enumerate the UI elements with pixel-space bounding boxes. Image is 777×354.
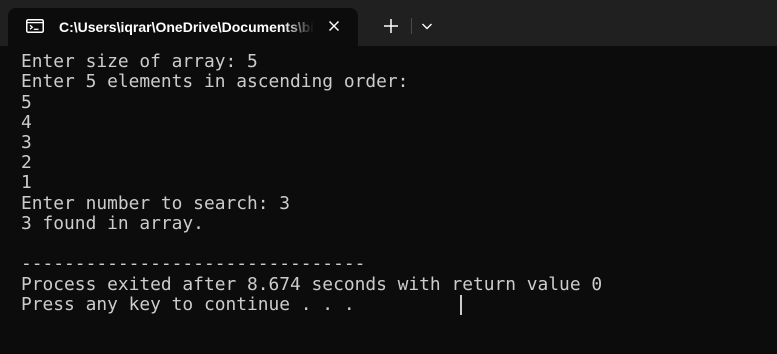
console-line: 5	[21, 92, 32, 113]
console-line: 3	[21, 132, 32, 153]
console-separator: --------------------------------	[21, 253, 366, 274]
tab-title: C:\Users\iqrar\OneDrive\Documents\binary…	[59, 19, 314, 35]
plus-icon[interactable]	[380, 15, 402, 37]
terminal-icon	[26, 19, 44, 33]
console-line: 1	[21, 172, 32, 193]
terminal-window: C:\Users\iqrar\OneDrive\Documents\binary…	[0, 0, 777, 354]
terminal-tab[interactable]: C:\Users\iqrar\OneDrive\Documents\binary…	[8, 8, 358, 46]
chevron-down-icon[interactable]	[419, 18, 435, 34]
text-cursor	[460, 295, 462, 315]
console-line: 2	[21, 152, 32, 173]
close-icon[interactable]	[326, 18, 342, 34]
console-line: Enter number to search: 3	[21, 193, 291, 214]
console-line: Process exited after 8.674 seconds with …	[21, 274, 603, 295]
console-line: 4	[21, 112, 32, 133]
console-line: Enter 5 elements in ascending order:	[21, 71, 409, 92]
titlebar-divider	[411, 18, 412, 34]
console-line: Press any key to continue . . .	[21, 294, 366, 315]
console-line: 3 found in array.	[21, 213, 204, 234]
console-output[interactable]: Enter size of array: 5 Enter 5 elements …	[0, 46, 777, 354]
title-bar: C:\Users\iqrar\OneDrive\Documents\binary…	[0, 0, 777, 46]
console-line: Enter size of array: 5	[21, 51, 258, 72]
